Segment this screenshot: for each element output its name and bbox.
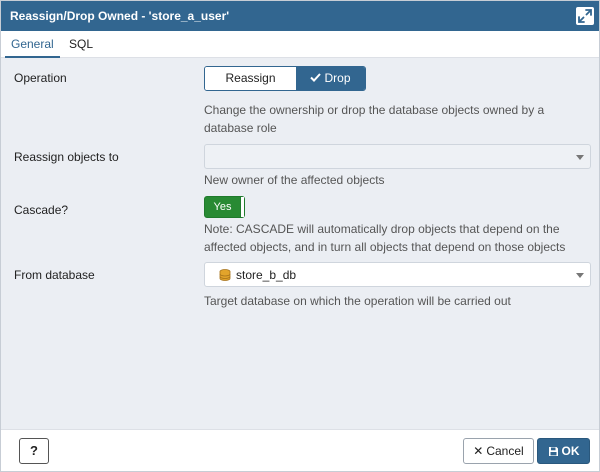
dialog-tabs: General SQL xyxy=(1,31,599,58)
save-icon xyxy=(548,447,558,456)
operation-option-drop[interactable]: Drop xyxy=(296,67,365,90)
from-database-label: From database xyxy=(14,268,95,282)
cascade-toggle[interactable]: Yes xyxy=(204,196,245,218)
reassign-drop-owned-dialog: Reassign/Drop Owned - 'store_a_user' Gen… xyxy=(0,0,600,472)
from-database-value: store_b_db xyxy=(236,268,297,282)
check-icon xyxy=(310,67,322,90)
help-button[interactable]: ? xyxy=(19,438,49,464)
tab-sql[interactable]: SQL xyxy=(63,31,99,58)
expand-icon[interactable] xyxy=(576,7,594,25)
operation-option-reassign[interactable]: Reassign xyxy=(205,67,296,90)
operation-label: Operation xyxy=(14,71,67,85)
dialog-titlebar[interactable]: Reassign/Drop Owned - 'store_a_user' xyxy=(1,1,599,31)
ok-button-label: OK xyxy=(561,444,580,458)
close-icon: ✕ xyxy=(473,444,484,458)
tab-general[interactable]: General xyxy=(5,31,60,58)
cancel-button[interactable]: ✕ Cancel xyxy=(463,438,534,464)
ok-button[interactable]: OK xyxy=(537,438,590,464)
chevron-down-icon xyxy=(576,155,584,160)
cascade-toggle-label: Yes xyxy=(213,201,232,213)
operation-help: Change the ownership or drop the databas… xyxy=(204,103,545,135)
dialog-title: Reassign/Drop Owned - 'store_a_user' xyxy=(10,9,230,23)
cascade-help: Note: CASCADE will automatically drop ob… xyxy=(204,222,566,254)
dialog-footer: ? ✕ Cancel OK xyxy=(1,429,599,471)
database-icon xyxy=(219,269,231,284)
chevron-down-icon xyxy=(576,273,584,278)
cancel-button-label: Cancel xyxy=(486,444,524,458)
from-database-select[interactable]: store_b_db xyxy=(204,262,591,287)
reassign-to-help: New owner of the affected objects xyxy=(204,173,385,187)
cascade-label: Cascade? xyxy=(14,203,69,217)
operation-option-drop-label: Drop xyxy=(324,71,351,85)
reassign-to-select[interactable] xyxy=(204,144,591,169)
general-tab-panel: Operation Reassign Drop Change the owner… xyxy=(1,58,599,429)
from-database-help: Target database on which the operation w… xyxy=(204,294,511,308)
toggle-knob xyxy=(240,197,244,217)
reassign-to-label: Reassign objects to xyxy=(14,150,119,164)
operation-switch[interactable]: Reassign Drop xyxy=(204,66,366,91)
